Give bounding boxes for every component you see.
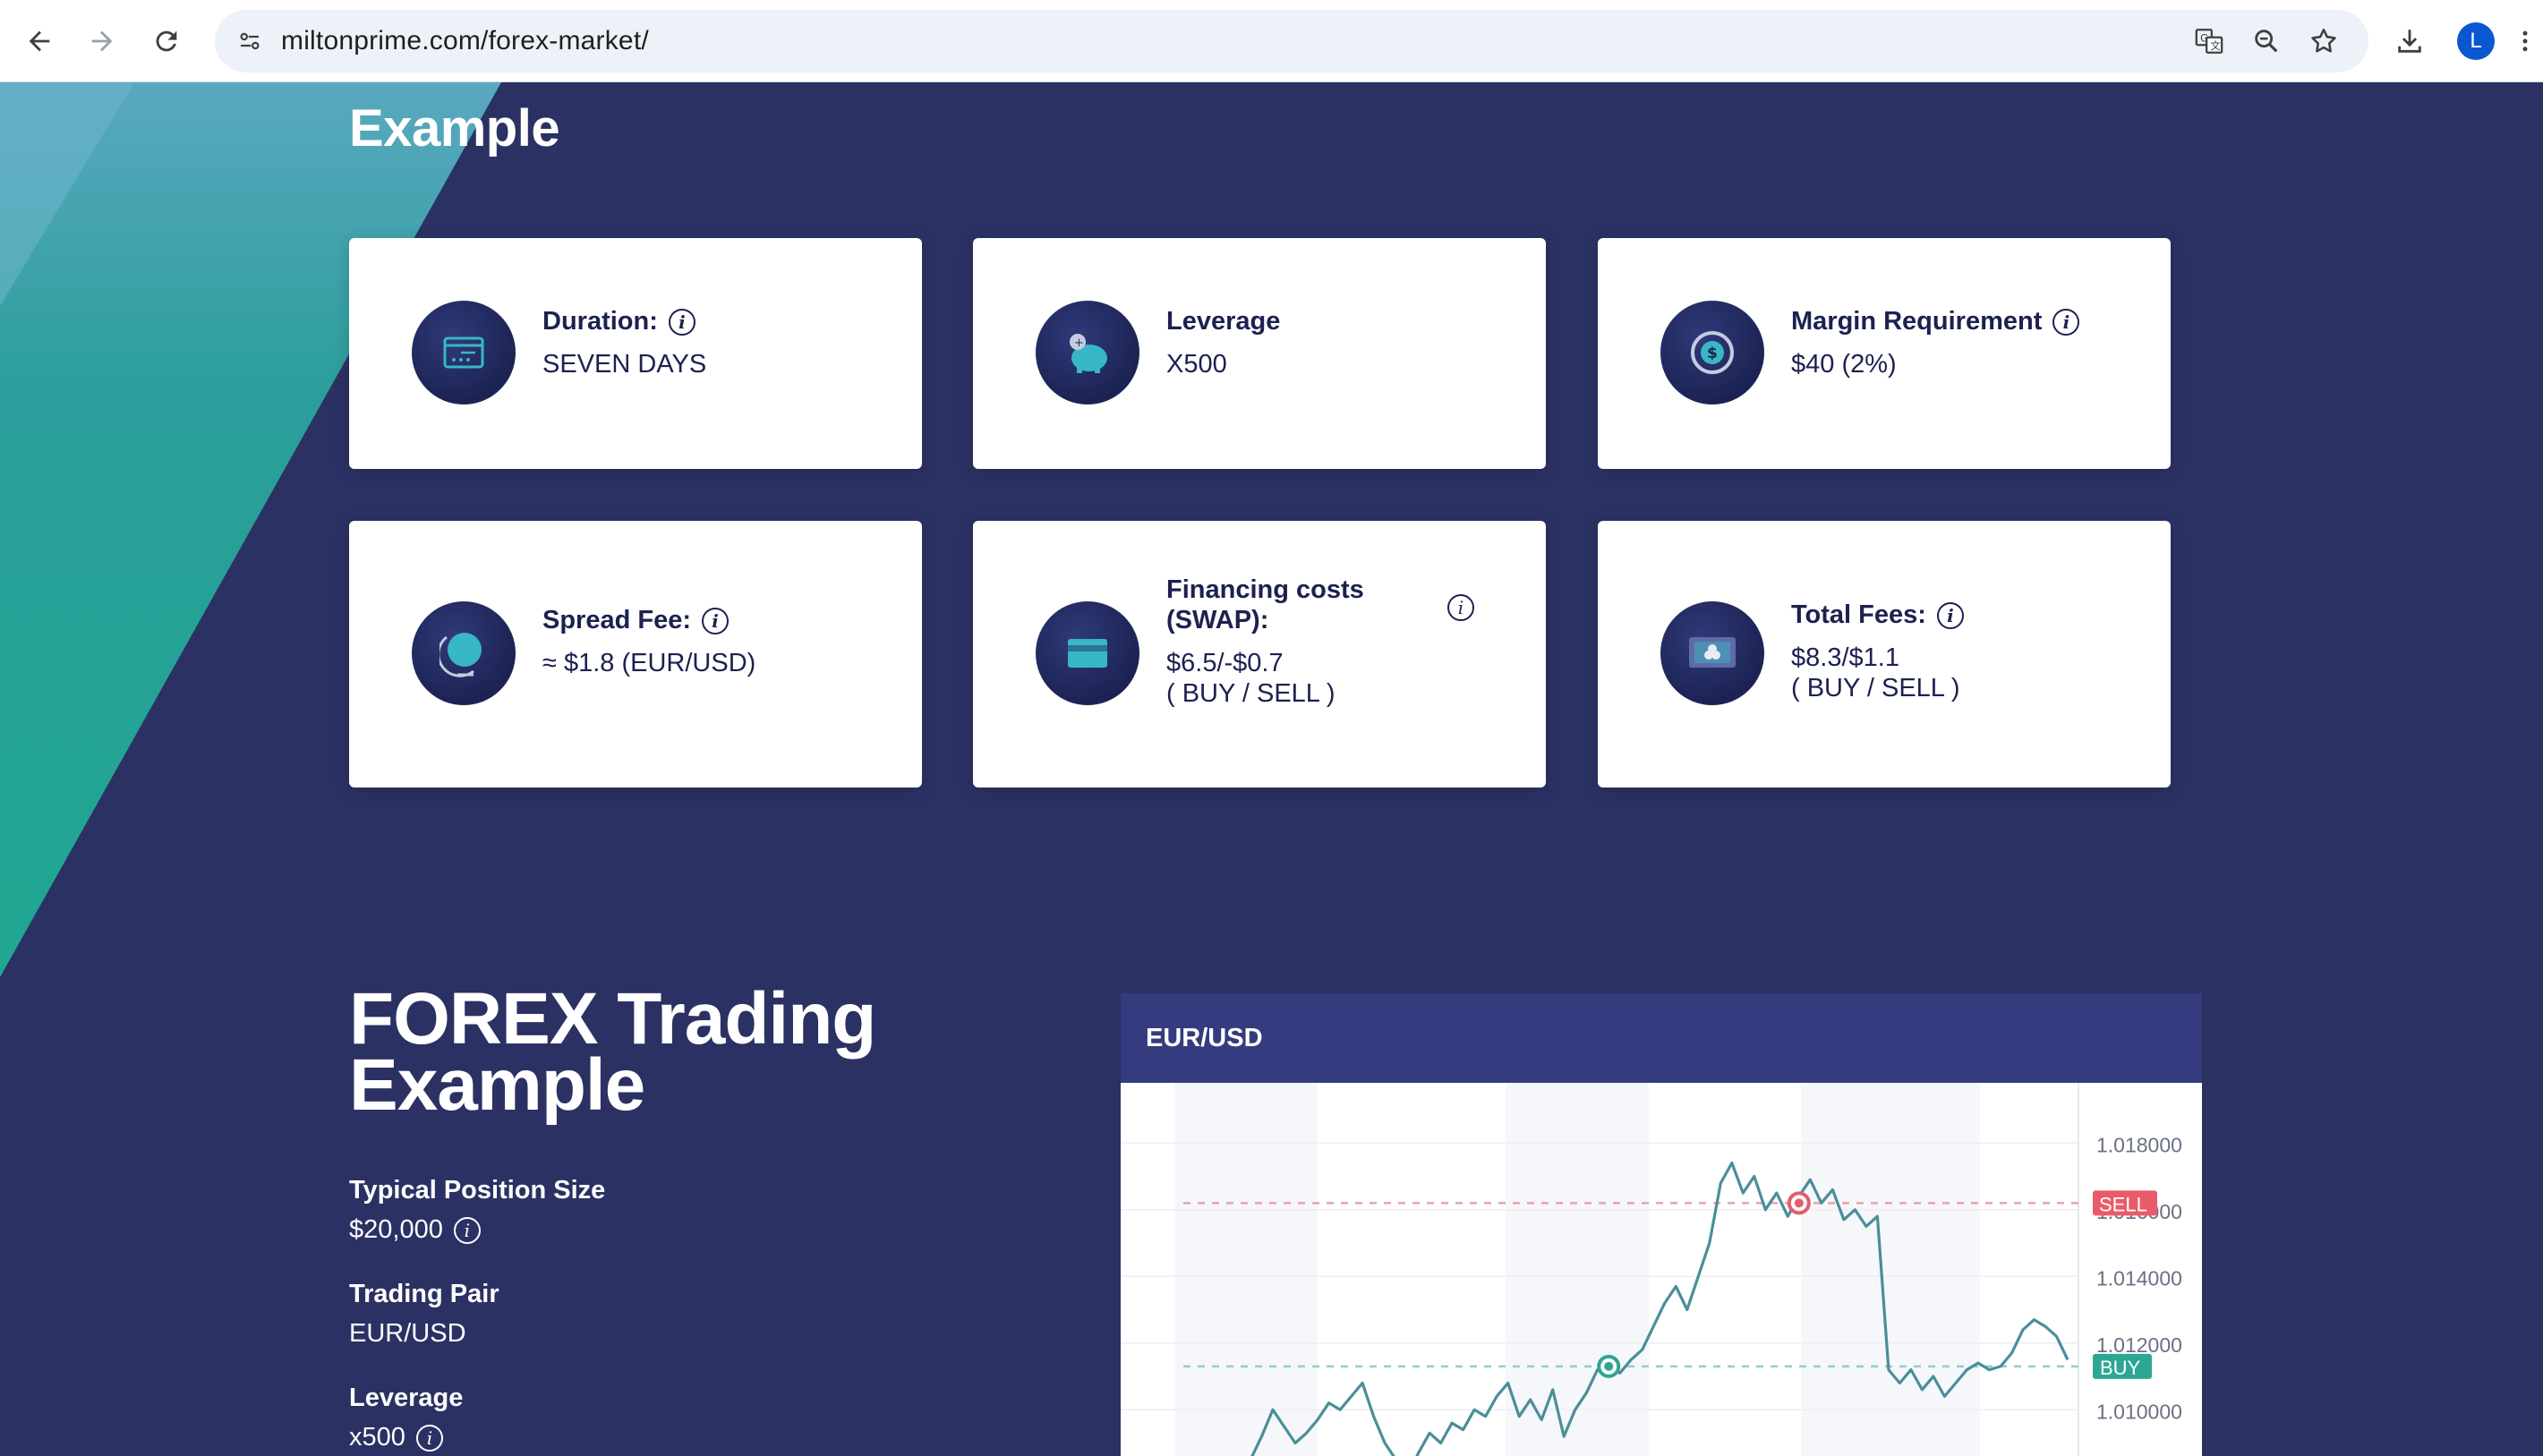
chart-tick-label: 1.010000	[2096, 1400, 2182, 1423]
chart-tick-label: 1.014000	[2096, 1266, 2182, 1290]
card-value: $40 (2%)	[1791, 350, 1897, 379]
card-value: X500	[1166, 350, 1227, 379]
page-content: Example Duration: i SEVEN DAYS + Leverage…	[0, 82, 2543, 1456]
piggy-bank-icon: +	[1036, 301, 1139, 404]
svg-text:$: $	[1707, 345, 1718, 362]
svg-text:+: +	[1074, 336, 1084, 350]
info-icon[interactable]: i	[702, 608, 729, 635]
card-value: $8.3/$1.1	[1791, 643, 1899, 672]
svg-text:文: 文	[2210, 39, 2220, 52]
calendar-icon	[412, 301, 516, 404]
profile-avatar[interactable]: L	[2457, 22, 2495, 60]
sell-entry-dot	[1794, 1198, 1804, 1208]
buy-tag-label: BUY	[2100, 1357, 2141, 1379]
credit-card-icon	[1036, 601, 1139, 705]
info-icon[interactable]: i	[1936, 602, 1964, 630]
back-button[interactable]	[14, 16, 64, 66]
address-bar[interactable]: miltonprime.com/forex-market/ G文	[215, 10, 2368, 72]
chart-title: EUR/USD	[1121, 993, 2202, 1083]
url-text[interactable]: miltonprime.com/forex-market/	[281, 26, 649, 56]
translate-icon[interactable]: G文	[2189, 21, 2229, 61]
info-icon[interactable]: i	[668, 309, 695, 336]
card-financing-costs: Financing costs (SWAP): i $6.5/-$0.7 ( B…	[973, 521, 1546, 788]
svg-text:G: G	[2200, 32, 2208, 45]
globe-icon	[412, 601, 516, 705]
card-leverage: + Leverage X500	[973, 238, 1546, 469]
spec-label: Typical Position Size	[349, 1176, 606, 1205]
card-value-secondary: ( BUY / SELL )	[1166, 679, 1336, 708]
card-label: Duration: i	[542, 306, 695, 336]
info-icon[interactable]: i	[1447, 594, 1474, 621]
menu-kebab-icon[interactable]	[2512, 16, 2539, 66]
chart-area: 1.0180001.0160001.0140001.0120001.010000…	[1121, 1083, 2202, 1456]
card-label: Spread Fee: i	[542, 605, 729, 635]
sell-tag-label: SELL	[2099, 1193, 2147, 1215]
forex-example-heading: FOREX Trading Example	[349, 978, 876, 1126]
arrow-right-icon	[91, 30, 113, 52]
card-value: SEVEN DAYS	[542, 350, 707, 379]
arrow-left-icon	[29, 30, 50, 52]
card-value: $6.5/-$0.7	[1166, 649, 1284, 677]
chart-tick-label: 1.018000	[2096, 1133, 2182, 1156]
spec-value: EUR/USD	[349, 1319, 466, 1348]
price-chart: 1.0180001.0160001.0140001.0120001.010000…	[1121, 1083, 2182, 1456]
card-spread-fee: Spread Fee: i ≈ $1.8 (EUR/USD)	[349, 521, 922, 788]
card-label: Financing costs (SWAP):	[1166, 575, 1364, 634]
card-label: Margin Requirement i	[1791, 306, 2080, 336]
browser-toolbar: miltonprime.com/forex-market/ G文 L	[0, 0, 2543, 82]
card-value-secondary: ( BUY / SELL )	[1791, 674, 1960, 702]
card-margin-requirement: $ Margin Requirement i $40 (2%)	[1598, 238, 2171, 469]
chart-band	[1801, 1083, 1980, 1456]
spec-value: $20,000 i	[349, 1215, 481, 1245]
reload-icon	[156, 30, 177, 52]
info-icon[interactable]: i	[2052, 309, 2080, 336]
forward-button[interactable]	[77, 16, 127, 66]
site-info-icon[interactable]	[233, 24, 267, 58]
spec-label: Trading Pair	[349, 1280, 499, 1308]
info-icon[interactable]: i	[415, 1425, 443, 1452]
card-total-fees: Total Fees: i $8.3/$1.1 ( BUY / SELL )	[1598, 521, 2171, 788]
buy-entry-dot	[1604, 1361, 1614, 1371]
card-duration: Duration: i SEVEN DAYS	[349, 238, 922, 469]
card-label: Leverage	[1166, 307, 1281, 336]
card-label: Total Fees: i	[1791, 600, 1964, 630]
eurusd-chart-panel: EUR/USD 1.0180001.0160001.0140001.012000…	[1121, 993, 2202, 1456]
downloads-icon[interactable]	[2385, 16, 2435, 66]
spec-value: x500 i	[349, 1423, 443, 1452]
cash-stack-icon	[1660, 601, 1764, 705]
spec-label: Leverage	[349, 1384, 464, 1412]
section-heading: Example	[349, 99, 560, 158]
chart-tick-label: 1.012000	[2096, 1333, 2182, 1357]
card-value: ≈ $1.8 (EUR/USD)	[542, 649, 756, 677]
zoom-icon[interactable]	[2247, 21, 2286, 61]
dollar-coin-icon: $	[1660, 301, 1764, 404]
reload-button[interactable]	[141, 16, 192, 66]
chart-band	[1174, 1083, 1318, 1456]
chart-band	[1506, 1083, 1649, 1456]
info-icon[interactable]: i	[453, 1217, 481, 1245]
bookmark-star-icon[interactable]	[2304, 21, 2343, 61]
